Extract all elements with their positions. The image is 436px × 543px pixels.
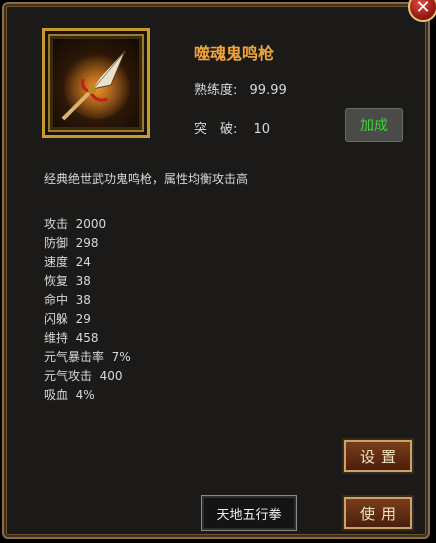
stat-row: 元气攻击 400 xyxy=(44,369,123,383)
stat-row: 吸血 4% xyxy=(44,388,95,402)
stat-row: 攻击 2000 xyxy=(44,217,107,231)
stat-row: 闪躲 29 xyxy=(44,312,91,326)
stat-row: 恢复 38 xyxy=(44,274,91,288)
use-button[interactable]: 使用 xyxy=(344,497,412,529)
break-value: 10 xyxy=(253,122,271,137)
stat-row: 元气暴击率 7% xyxy=(44,350,131,364)
stat-row: 命中 38 xyxy=(44,293,91,307)
proficiency-label: 熟练度: xyxy=(194,83,238,98)
stat-row: 维持 458 xyxy=(44,331,99,345)
spear-icon xyxy=(53,39,139,127)
item-name: 噬魂鬼鸣枪 xyxy=(194,44,275,63)
proficiency-value: 99.99 xyxy=(249,83,287,98)
item-icon-frame[interactable] xyxy=(42,28,150,138)
settings-button[interactable]: 设置 xyxy=(344,440,412,472)
break-row: 突 破: 10 xyxy=(194,118,270,137)
stat-row: 速度 24 xyxy=(44,255,91,269)
martial-art-tag-button[interactable]: 天地五行拳 xyxy=(201,495,297,531)
boost-button[interactable]: 加成 xyxy=(345,108,403,142)
stats-list: 攻击 2000 防御 298 速度 24 恢复 38 命中 38 闪躲 29 维… xyxy=(44,215,131,405)
proficiency-row: 熟练度: 99.99 xyxy=(194,79,287,98)
item-detail-panel: 噬魂鬼鸣枪 熟练度: 99.99 突 破: 10 加成 经典绝世武功鬼鸣枪，属性… xyxy=(2,2,430,539)
item-description: 经典绝世武功鬼鸣枪，属性均衡攻击高 xyxy=(44,172,249,186)
stat-row: 防御 298 xyxy=(44,236,99,250)
break-label: 突 破: xyxy=(194,122,238,137)
